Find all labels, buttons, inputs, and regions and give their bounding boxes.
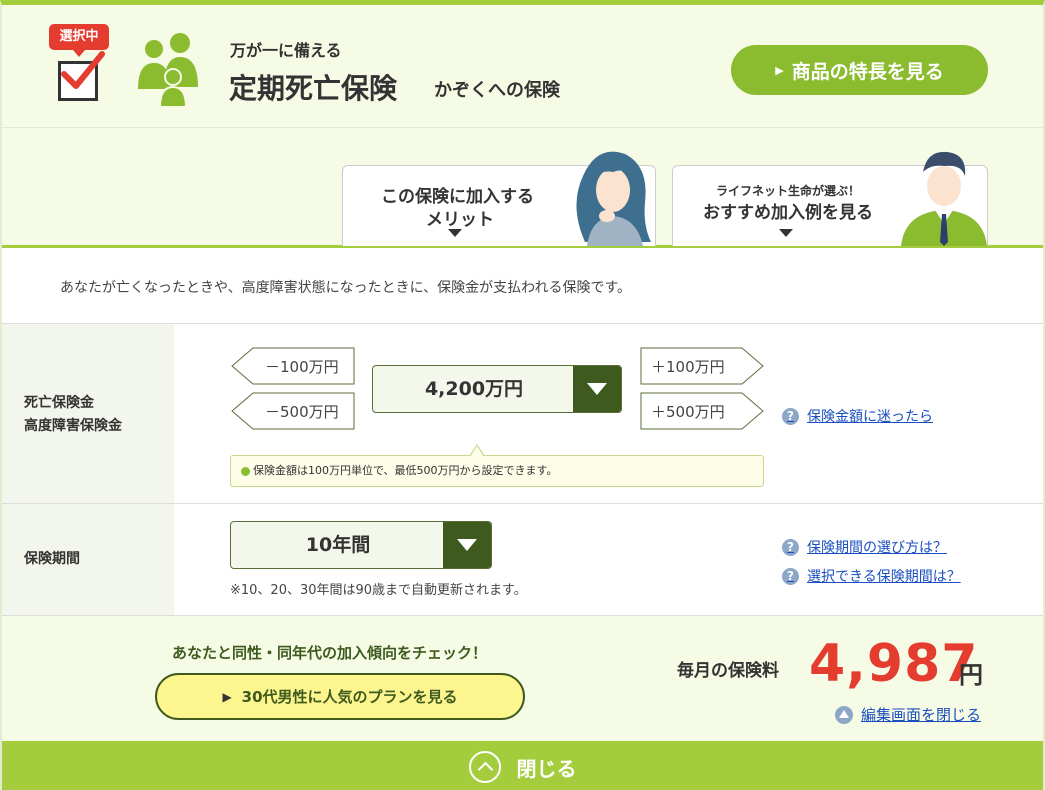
man-illustration-icon bbox=[901, 151, 987, 246]
minus-100-label: －100万円 bbox=[265, 358, 339, 376]
coverage-help-link[interactable]: ? 保険金額に迷ったら bbox=[782, 406, 933, 426]
coverage-note-text: 保険金額は100万円単位で、最低500万円から設定できます。 bbox=[253, 464, 558, 477]
period-how-to-choose-label: 保険期間の選び方は？ bbox=[807, 540, 947, 556]
trend-check-text: あなたと同性・同年代の加入傾向をチェック！ bbox=[172, 644, 488, 662]
product-description: あなたが亡くなったときや、高度障害状態になったときに、保険金が支払われる保険です… bbox=[60, 280, 632, 296]
chevron-down-icon bbox=[779, 229, 793, 237]
popular-plan-button[interactable]: ▶ 30代男性に人気のプランを見る bbox=[155, 673, 525, 720]
product-header: 選択中 万が一に備える 定期死亡保険 かぞくへの保険 ▶ 商品の特長を見る bbox=[2, 5, 1043, 128]
dropdown-arrow-icon bbox=[443, 522, 491, 568]
dropdown-arrow-icon bbox=[573, 366, 621, 412]
tab-recommended-example[interactable]: ライフネット生命が選ぶ！ おすすめ加入例を見る bbox=[672, 151, 988, 246]
plus-500-label: ＋500万円 bbox=[651, 403, 725, 421]
period-note: ※10、20、30年間は90歳まで自動更新されます。 bbox=[230, 583, 527, 598]
checked-checkbox-icon[interactable] bbox=[58, 51, 105, 101]
chevron-down-icon bbox=[448, 229, 462, 237]
insurance-panel: 選択中 万が一に備える 定期死亡保険 かぞくへの保険 ▶ 商品の特長を見る この… bbox=[0, 0, 1045, 790]
popular-plan-label: 30代男性に人気のプランを見る bbox=[241, 688, 458, 706]
coverage-label-disability: 高度障害保険金 bbox=[24, 418, 122, 434]
coverage-row: 死亡保険金 高度障害保険金 －100万円 －500万円 4,200万円 ＋100… bbox=[2, 323, 1043, 503]
tab-example-line1: ライフネット生命が選ぶ！ bbox=[716, 184, 861, 198]
premium-panel: あなたと同性・同年代の加入傾向をチェック！ ▶ 30代男性に人気のプランを見る … bbox=[2, 615, 1043, 741]
coverage-note: 保険金額は100万円単位で、最低500万円から設定できます。 bbox=[230, 444, 764, 487]
chevron-up-circle-icon bbox=[468, 751, 501, 783]
coverage-amount-value: 4,200万円 bbox=[424, 378, 524, 400]
tab-merit[interactable]: この保険に加入する メリット bbox=[342, 151, 656, 246]
coverage-label-death: 死亡保険金 bbox=[24, 395, 94, 411]
monthly-premium-value: 4,987 bbox=[809, 634, 979, 694]
period-select[interactable]: 10年間 bbox=[230, 521, 492, 569]
family-icon bbox=[132, 31, 204, 111]
product-features-label: 商品の特長を見る bbox=[791, 60, 944, 83]
coverage-amount-select[interactable]: 4,200万円 bbox=[372, 365, 622, 413]
period-label: 保険期間 bbox=[24, 551, 80, 567]
plus-100-button[interactable]: ＋100万円 bbox=[640, 347, 764, 385]
period-how-to-choose-link[interactable]: ? 保険期間の選び方は？ bbox=[782, 537, 947, 557]
woman-illustration-icon bbox=[576, 151, 651, 246]
monthly-premium-unit: 円 bbox=[959, 661, 983, 689]
period-value: 10年間 bbox=[305, 534, 371, 556]
plus-500-button[interactable]: ＋500万円 bbox=[640, 392, 764, 430]
play-icon: ▶ bbox=[222, 689, 232, 704]
question-circle-icon: ? bbox=[782, 538, 799, 556]
product-title: 定期死亡保険 bbox=[229, 72, 398, 105]
period-label-cell: 保険期間 bbox=[2, 504, 174, 615]
minus-500-button[interactable]: －500万円 bbox=[231, 392, 355, 430]
selected-badge: 選択中 bbox=[49, 24, 109, 57]
product-features-button[interactable]: ▶ 商品の特長を見る bbox=[731, 45, 988, 95]
close-edit-label: 編集画面を閉じる bbox=[861, 706, 982, 724]
plus-100-label: ＋100万円 bbox=[651, 358, 725, 376]
close-button[interactable]: 閉じる bbox=[2, 741, 1043, 790]
product-tagline: かぞくへの保険 bbox=[434, 80, 560, 101]
period-options-link[interactable]: ? 選択できる保険期間は？ bbox=[782, 566, 961, 586]
bullet-dot-icon bbox=[241, 466, 250, 476]
coverage-label-cell: 死亡保険金 高度障害保険金 bbox=[2, 324, 174, 503]
minus-100-button[interactable]: －100万円 bbox=[231, 347, 355, 385]
coverage-help-label: 保険金額に迷ったら bbox=[807, 409, 933, 425]
question-circle-icon: ? bbox=[782, 407, 799, 425]
product-subtitle: 万が一に備える bbox=[230, 41, 342, 60]
question-circle-icon: ? bbox=[782, 567, 799, 585]
info-tabs: この保険に加入する メリット ライフネット生命が選ぶ！ おすすめ加入例を見る bbox=[2, 128, 1043, 248]
tab-example-line2: おすすめ加入例を見る bbox=[703, 203, 873, 223]
monthly-premium-label: 毎月の保険料 bbox=[677, 661, 779, 681]
chevron-up-circle-icon bbox=[835, 705, 853, 724]
tab-merit-line2: メリット bbox=[426, 210, 494, 230]
close-edit-link[interactable]: 編集画面を閉じる bbox=[835, 704, 981, 725]
play-icon: ▶ bbox=[775, 63, 784, 77]
close-label: 閉じる bbox=[516, 756, 577, 781]
minus-500-label: －500万円 bbox=[265, 403, 339, 421]
tab-merit-line1: この保険に加入する bbox=[381, 187, 534, 207]
period-row: 保険期間 10年間 ※10、20、30年間は90歳まで自動更新されます。 ? 保… bbox=[2, 503, 1043, 615]
period-options-label: 選択できる保険期間は？ bbox=[807, 569, 961, 585]
